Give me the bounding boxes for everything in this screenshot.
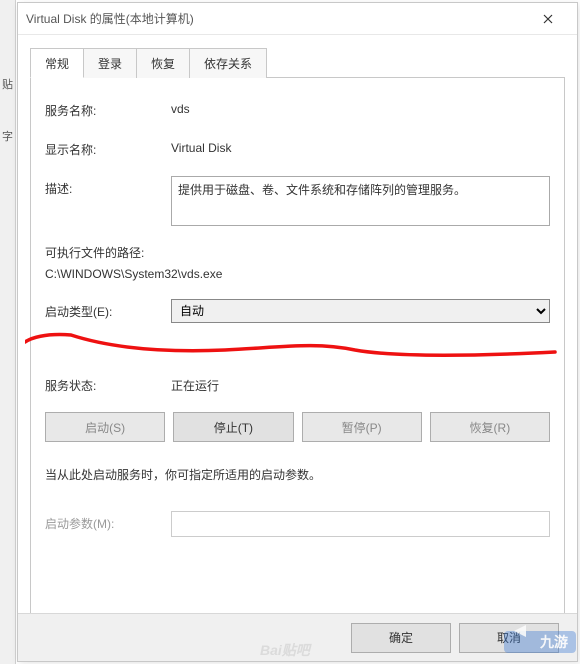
strip-char-2: 字 <box>2 128 13 144</box>
description-textarea[interactable] <box>171 176 550 226</box>
row-exe-path: 可执行文件的路径: C:\WINDOWS\System32\vds.exe <box>45 244 550 281</box>
window-title: Virtual Disk 的属性(本地计算机) <box>26 10 527 27</box>
tab-dependencies[interactable]: 依存关系 <box>189 48 267 78</box>
tab-general[interactable]: 常规 <box>30 48 84 78</box>
cancel-button[interactable]: 取消 <box>459 623 559 653</box>
close-icon <box>543 14 553 24</box>
client-area: 常规 登录 恢复 依存关系 服务名称: vds 显示名称: Virtual Di… <box>18 35 577 637</box>
service-status-value: 正在运行 <box>171 373 550 394</box>
row-start-params: 启动参数(M): <box>45 511 550 537</box>
exe-path-value: C:\WINDOWS\System32\vds.exe <box>45 267 550 281</box>
row-service-status: 服务状态: 正在运行 <box>45 373 550 394</box>
start-button: 启动(S) <box>45 412 165 442</box>
service-name-label: 服务名称: <box>45 98 171 119</box>
row-service-name: 服务名称: vds <box>45 98 550 119</box>
display-name-value: Virtual Disk <box>171 137 550 155</box>
strip-char-1: 贴 <box>2 76 13 92</box>
service-name-value: vds <box>171 98 550 116</box>
red-annotation <box>25 328 565 368</box>
row-startup-type: 启动类型(E): 自动 <box>45 299 550 323</box>
display-name-label: 显示名称: <box>45 137 171 158</box>
resume-button: 恢复(R) <box>430 412 550 442</box>
row-display-name: 显示名称: Virtual Disk <box>45 137 550 158</box>
tab-recovery[interactable]: 恢复 <box>136 48 190 78</box>
pause-button: 暂停(P) <box>302 412 422 442</box>
start-params-hint: 当从此处启动服务时，你可指定所适用的启动参数。 <box>45 466 550 483</box>
row-description: 描述: <box>45 176 550 226</box>
tab-strip: 常规 登录 恢复 依存关系 <box>30 48 565 78</box>
exe-path-label: 可执行文件的路径: <box>45 244 550 261</box>
startup-type-label: 启动类型(E): <box>45 299 171 320</box>
properties-dialog: Virtual Disk 的属性(本地计算机) 常规 登录 恢复 依存关系 服务… <box>17 2 578 662</box>
start-params-input <box>171 511 550 537</box>
start-params-label: 启动参数(M): <box>45 511 171 532</box>
ok-button[interactable]: 确定 <box>351 623 451 653</box>
parent-app-strip: 贴 字 <box>0 0 16 664</box>
tab-logon[interactable]: 登录 <box>83 48 137 78</box>
startup-type-select[interactable]: 自动 <box>171 299 550 323</box>
stop-button[interactable]: 停止(T) <box>173 412 293 442</box>
title-bar[interactable]: Virtual Disk 的属性(本地计算机) <box>18 3 577 35</box>
service-status-label: 服务状态: <box>45 373 171 394</box>
tab-panel-general: 服务名称: vds 显示名称: Virtual Disk 描述: 可执行文件的路… <box>30 77 565 637</box>
service-control-buttons: 启动(S) 停止(T) 暂停(P) 恢复(R) <box>45 412 550 442</box>
dialog-footer: 确定 取消 <box>18 613 577 661</box>
description-label: 描述: <box>45 176 171 197</box>
close-button[interactable] <box>527 5 569 33</box>
